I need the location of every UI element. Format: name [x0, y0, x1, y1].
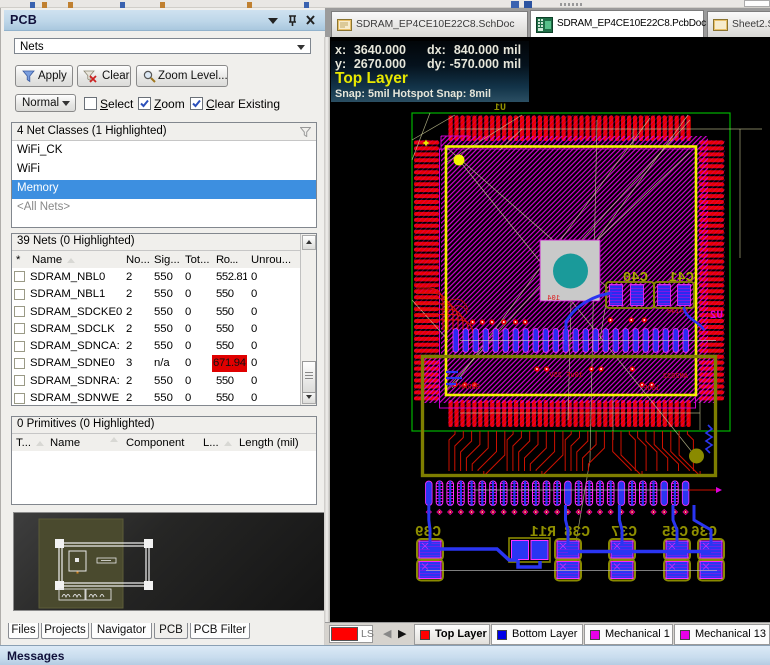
svg-text:10uF: 10uF [643, 385, 660, 393]
svg-text:U1: U1 [494, 103, 506, 114]
svg-text:U2: U2 [710, 310, 723, 322]
svg-text:C41: C41 [669, 270, 694, 286]
svg-text:10uF 25V: 10uF 25V [549, 372, 583, 380]
svg-text:SDRAM: SDRAM [459, 384, 480, 392]
svg-text:AM2032: AM2032 [663, 373, 688, 381]
svg-text:C40: C40 [623, 270, 648, 286]
svg-text:104: 104 [547, 295, 560, 303]
